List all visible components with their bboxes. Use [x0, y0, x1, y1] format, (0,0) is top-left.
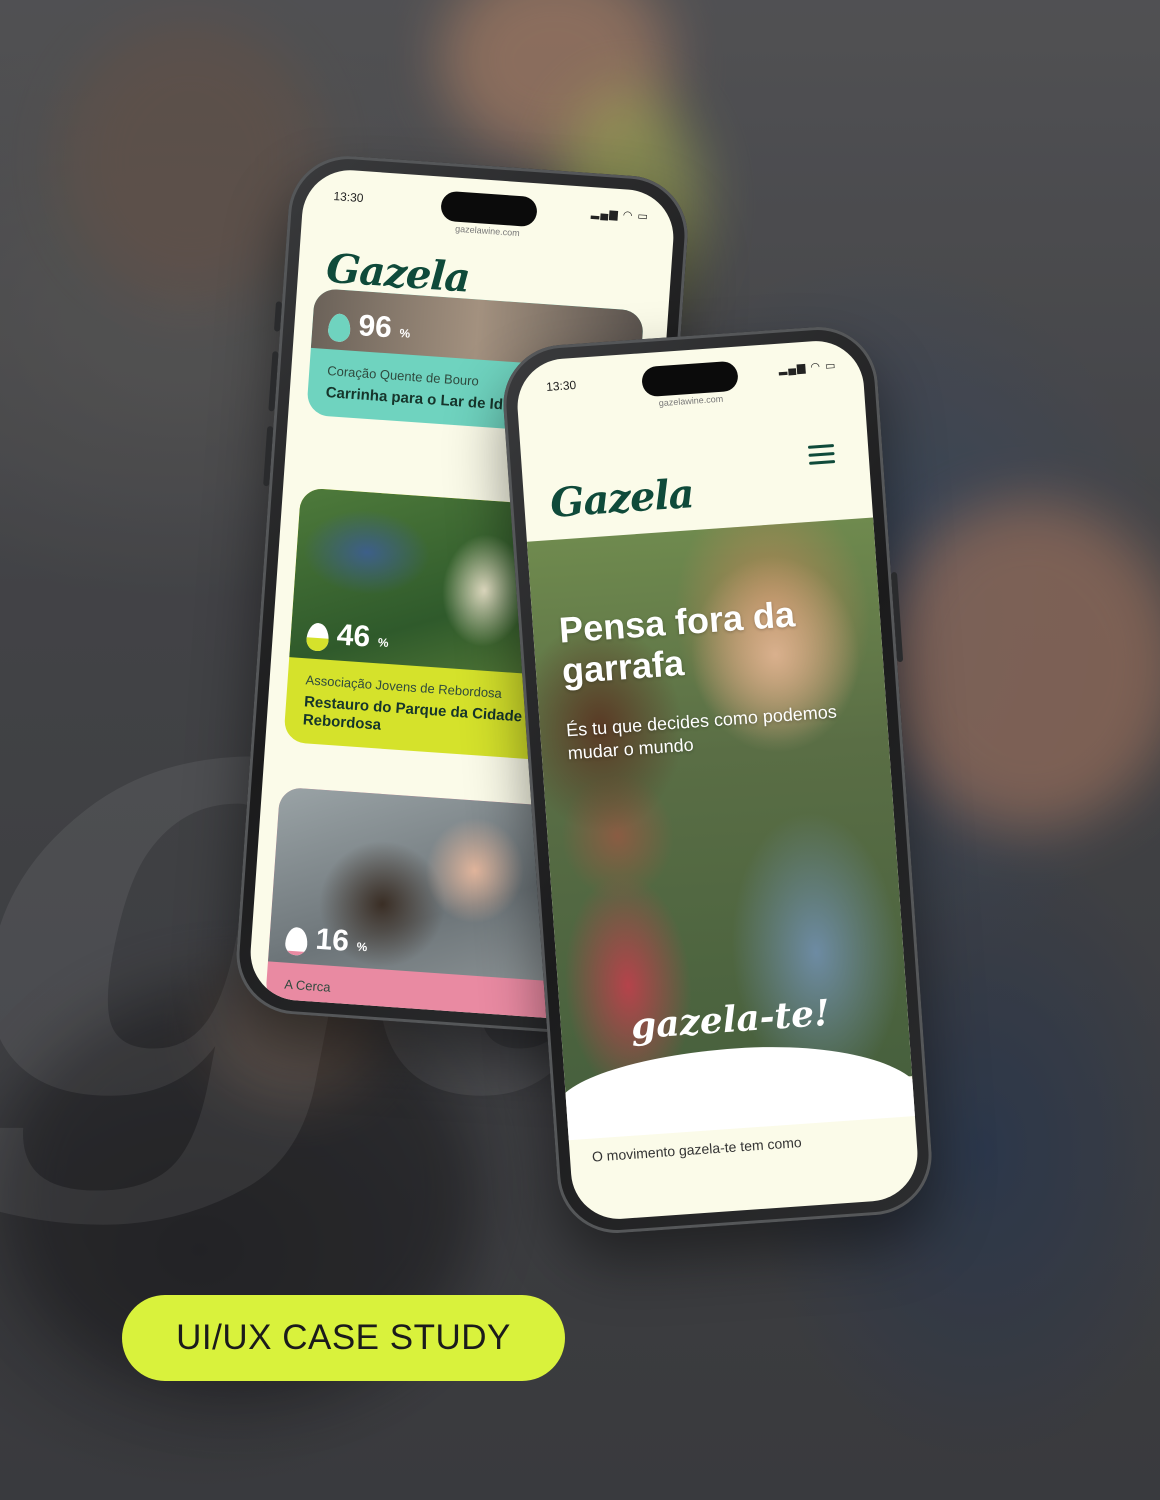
- dynamic-island: [640, 360, 739, 398]
- progress-percent: 96: [357, 309, 393, 345]
- hero-title: Pensa fora da garrafa: [557, 593, 797, 692]
- progress-percent: 16: [314, 922, 351, 958]
- hero-banner: Pensa fora da garrafa És tu que decides …: [526, 517, 913, 1101]
- drop-icon: [327, 313, 352, 343]
- progress-indicator: 16 %: [284, 921, 368, 961]
- slogan: gazela-te!: [629, 991, 832, 1048]
- dynamic-island: [440, 190, 538, 228]
- status-time: 13:30: [545, 377, 577, 394]
- signal-wifi-battery-icon: ▂▄▆ ◠ ▭: [590, 207, 650, 224]
- gazela-logo[interactable]: Gazela: [549, 470, 695, 527]
- intro-text: O movimento gazela-te tem como: [591, 1134, 803, 1165]
- percent-unit: %: [356, 939, 368, 955]
- drop-icon: [305, 622, 330, 652]
- case-study-badge: UI/UX CASE STUDY: [122, 1295, 565, 1381]
- hamburger-menu-icon[interactable]: [807, 444, 836, 470]
- phone-mockup-home: 13:30 ▂▄▆ ◠ ▭ gazelawine.com Gazela Pens…: [499, 323, 936, 1237]
- project-organization: A Cerca: [283, 976, 332, 995]
- progress-indicator: 46 %: [305, 616, 390, 656]
- status-time: 13:30: [333, 189, 364, 206]
- progress-percent: 46: [335, 618, 372, 654]
- signal-wifi-battery-icon: ▂▄▆ ◠ ▭: [778, 359, 837, 376]
- percent-unit: %: [377, 635, 390, 650]
- hero-subtitle: És tu que decides como podemos mudar o m…: [565, 701, 838, 763]
- progress-indicator: 96 %: [327, 307, 411, 347]
- percent-unit: %: [399, 326, 411, 341]
- drop-icon: [284, 926, 309, 957]
- phone-screen: 13:30 ▂▄▆ ◠ ▭ gazelawine.com Gazela Pens…: [514, 337, 921, 1223]
